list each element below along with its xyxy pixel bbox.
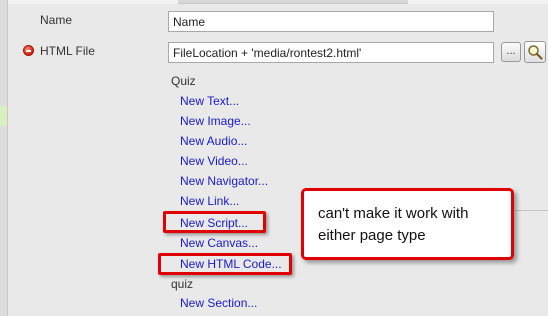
name-field[interactable]: Name [168, 11, 494, 32]
left-panel-edge [0, 0, 8, 316]
remove-icon[interactable] [23, 45, 34, 56]
html-file-field[interactable]: FileLocation + 'media/rontest2.html' [168, 42, 494, 63]
group-heading-quiz-lower: quiz [171, 277, 194, 291]
browse-button[interactable]: ... [501, 42, 521, 62]
group-heading-quiz: Quiz [171, 74, 196, 88]
menu-item-new-canvas[interactable]: New Canvas... [180, 236, 258, 250]
search-button[interactable] [524, 41, 546, 63]
highlight-new-script [163, 211, 266, 233]
panel-divider [515, 210, 548, 211]
menu-item-new-section[interactable]: New Section... [180, 296, 257, 310]
highlight-new-html-code [158, 253, 292, 275]
menu-item-new-video[interactable]: New Video... [180, 154, 248, 168]
menu-item-new-link[interactable]: New Link... [180, 194, 239, 208]
menu-item-new-navigator[interactable]: New Navigator... [180, 174, 268, 188]
annotation-callout: can't make it work with either page type [301, 188, 514, 260]
menu-item-new-text[interactable]: New Text... [180, 94, 239, 108]
selection-marker [0, 106, 7, 126]
top-divider [8, 0, 548, 4]
menu-item-new-image[interactable]: New Image... [180, 114, 251, 128]
menu-item-new-audio[interactable]: New Audio... [180, 134, 247, 148]
name-label: Name [40, 13, 73, 27]
html-file-label: HTML File [40, 44, 95, 58]
search-icon [528, 45, 543, 60]
